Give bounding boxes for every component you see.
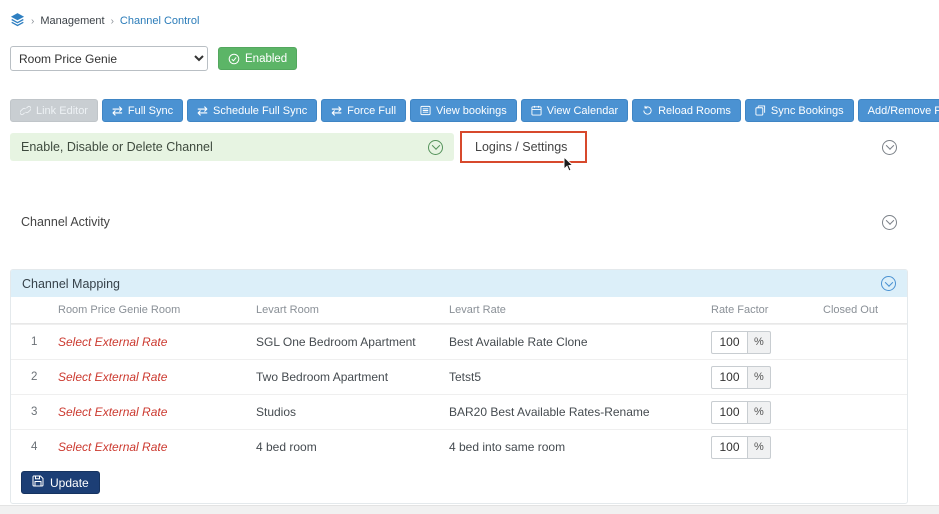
save-icon	[32, 475, 44, 490]
rate-factor-input[interactable]	[711, 331, 748, 354]
sync-icon: ⇄	[331, 104, 342, 117]
update-row: Update	[11, 464, 907, 503]
channel-select[interactable]: Room Price Genie	[10, 46, 208, 71]
sync-bookings-button[interactable]: Sync Bookings	[745, 99, 854, 122]
row-index: 4	[11, 441, 48, 453]
chevron-down-icon[interactable]	[882, 215, 897, 230]
section-title: Enable, Disable or Delete Channel	[21, 140, 213, 154]
select-external-rate-link[interactable]: Select External Rate	[58, 440, 167, 454]
force-full-button[interactable]: ⇄ Force Full	[321, 99, 406, 122]
row-index: 3	[11, 406, 48, 418]
table-row: 1 Select External Rate SGL One Bedroom A…	[11, 324, 907, 359]
percent-addon: %	[748, 331, 771, 354]
header-closed-out: Closed Out	[813, 304, 907, 316]
rate-factor-group: %	[711, 436, 771, 459]
table-row: 4 Select External Rate 4 bed room 4 bed …	[11, 429, 907, 464]
view-bookings-button[interactable]: View bookings	[410, 99, 517, 122]
select-external-rate-link[interactable]: Select External Rate	[58, 370, 167, 384]
rate-factor-group: %	[711, 331, 771, 354]
section-title: Channel Activity	[21, 215, 110, 229]
sync-icon: ⇄	[112, 104, 123, 117]
update-button[interactable]: Update	[21, 471, 100, 494]
table-row: 3 Select External Rate Studios BAR20 Bes…	[11, 394, 907, 429]
toolbar: Link Editor ⇄ Full Sync ⇄ Schedule Full …	[10, 99, 908, 122]
enabled-badge-label: Enabled	[245, 53, 287, 65]
check-circle-icon	[228, 53, 240, 65]
breadcrumb-channel-control[interactable]: Channel Control	[120, 15, 200, 27]
section-enable-disable-delete-channel[interactable]: Enable, Disable or Delete Channel	[10, 133, 454, 161]
add-remove-profile-rates-button[interactable]: Add/Remove Profile Rates	[858, 99, 939, 122]
chevron-down-icon[interactable]	[882, 140, 897, 155]
toolbar-button-label: View bookings	[436, 105, 507, 117]
row-index: 2	[11, 371, 48, 383]
mapping-table-header: Room Price Genie Room Levart Room Levart…	[11, 297, 907, 324]
calendar-icon	[531, 105, 542, 116]
enabled-badge[interactable]: Enabled	[218, 47, 297, 70]
levart-rate-cell: Tetst5	[439, 370, 701, 384]
header-rpg-room: Room Price Genie Room	[48, 304, 246, 316]
layers-icon[interactable]	[10, 12, 25, 30]
percent-addon: %	[748, 436, 771, 459]
list-icon	[420, 105, 431, 116]
breadcrumb-separator: ›	[31, 16, 34, 27]
accordion-row: Enable, Disable or Delete Channel Logins…	[10, 133, 908, 161]
mouse-cursor-icon	[563, 156, 576, 173]
update-button-label: Update	[50, 476, 89, 490]
levart-room-cell: Two Bedroom Apartment	[246, 370, 439, 384]
percent-addon: %	[748, 401, 771, 424]
toolbar-button-label: Full Sync	[128, 105, 173, 117]
select-external-rate-link[interactable]: Select External Rate	[58, 405, 167, 419]
header-levart-rate: Levart Rate	[439, 304, 701, 316]
select-external-rate-link[interactable]: Select External Rate	[58, 335, 167, 349]
full-sync-button[interactable]: ⇄ Full Sync	[102, 99, 183, 122]
channel-mapping-panel: Channel Mapping Room Price Genie Room Le…	[10, 269, 908, 504]
toolbar-button-label: Sync Bookings	[771, 105, 844, 117]
toolbar-button-label: Schedule Full Sync	[213, 105, 307, 117]
rate-factor-group: %	[711, 366, 771, 389]
chevron-down-icon[interactable]	[428, 140, 443, 155]
toolbar-button-label: Force Full	[347, 105, 396, 117]
percent-addon: %	[748, 366, 771, 389]
breadcrumb-management[interactable]: Management	[40, 15, 104, 27]
rate-factor-input[interactable]	[711, 401, 748, 424]
section-logins-settings[interactable]: Logins / Settings	[464, 133, 908, 161]
levart-rate-cell: 4 bed into same room	[439, 440, 701, 454]
toolbar-button-label: Link Editor	[36, 105, 88, 117]
levart-room-cell: SGL One Bedroom Apartment	[246, 335, 439, 349]
toolbar-button-label: Reload Rooms	[658, 105, 731, 117]
rate-factor-group: %	[711, 401, 771, 424]
reload-icon	[642, 105, 653, 116]
link-editor-button[interactable]: Link Editor	[10, 99, 98, 122]
breadcrumb-separator: ›	[111, 16, 114, 27]
table-row: 2 Select External Rate Two Bedroom Apart…	[11, 359, 907, 394]
row-index: 1	[11, 336, 48, 348]
view-calendar-button[interactable]: View Calendar	[521, 99, 628, 122]
levart-rate-cell: BAR20 Best Available Rates-Rename	[439, 405, 701, 419]
section-title: Channel Mapping	[22, 277, 120, 291]
channel-select-row: Room Price Genie Enabled	[10, 46, 908, 71]
toolbar-button-label: Add/Remove Profile Rates	[868, 105, 939, 117]
header-levart-room: Levart Room	[246, 304, 439, 316]
reload-rooms-button[interactable]: Reload Rooms	[632, 99, 741, 122]
toolbar-button-label: View Calendar	[547, 105, 618, 117]
sync-icon: ⇄	[197, 104, 208, 117]
rate-factor-input[interactable]	[711, 366, 748, 389]
section-channel-mapping[interactable]: Channel Mapping	[11, 270, 907, 297]
bottom-divider	[0, 505, 939, 514]
chevron-down-icon[interactable]	[881, 276, 896, 291]
page: › Management › Channel Control Room Pric…	[0, 0, 939, 504]
header-rate-factor: Rate Factor	[701, 304, 813, 316]
section-channel-activity[interactable]: Channel Activity	[10, 207, 908, 237]
rate-factor-input[interactable]	[711, 436, 748, 459]
breadcrumb: › Management › Channel Control	[10, 12, 908, 30]
levart-rate-cell: Best Available Rate Clone	[439, 335, 701, 349]
link-icon	[20, 105, 31, 116]
copy-icon	[755, 105, 766, 116]
levart-room-cell: 4 bed room	[246, 440, 439, 454]
section-title: Logins / Settings	[475, 140, 567, 154]
levart-room-cell: Studios	[246, 405, 439, 419]
schedule-full-sync-button[interactable]: ⇄ Schedule Full Sync	[187, 99, 317, 122]
